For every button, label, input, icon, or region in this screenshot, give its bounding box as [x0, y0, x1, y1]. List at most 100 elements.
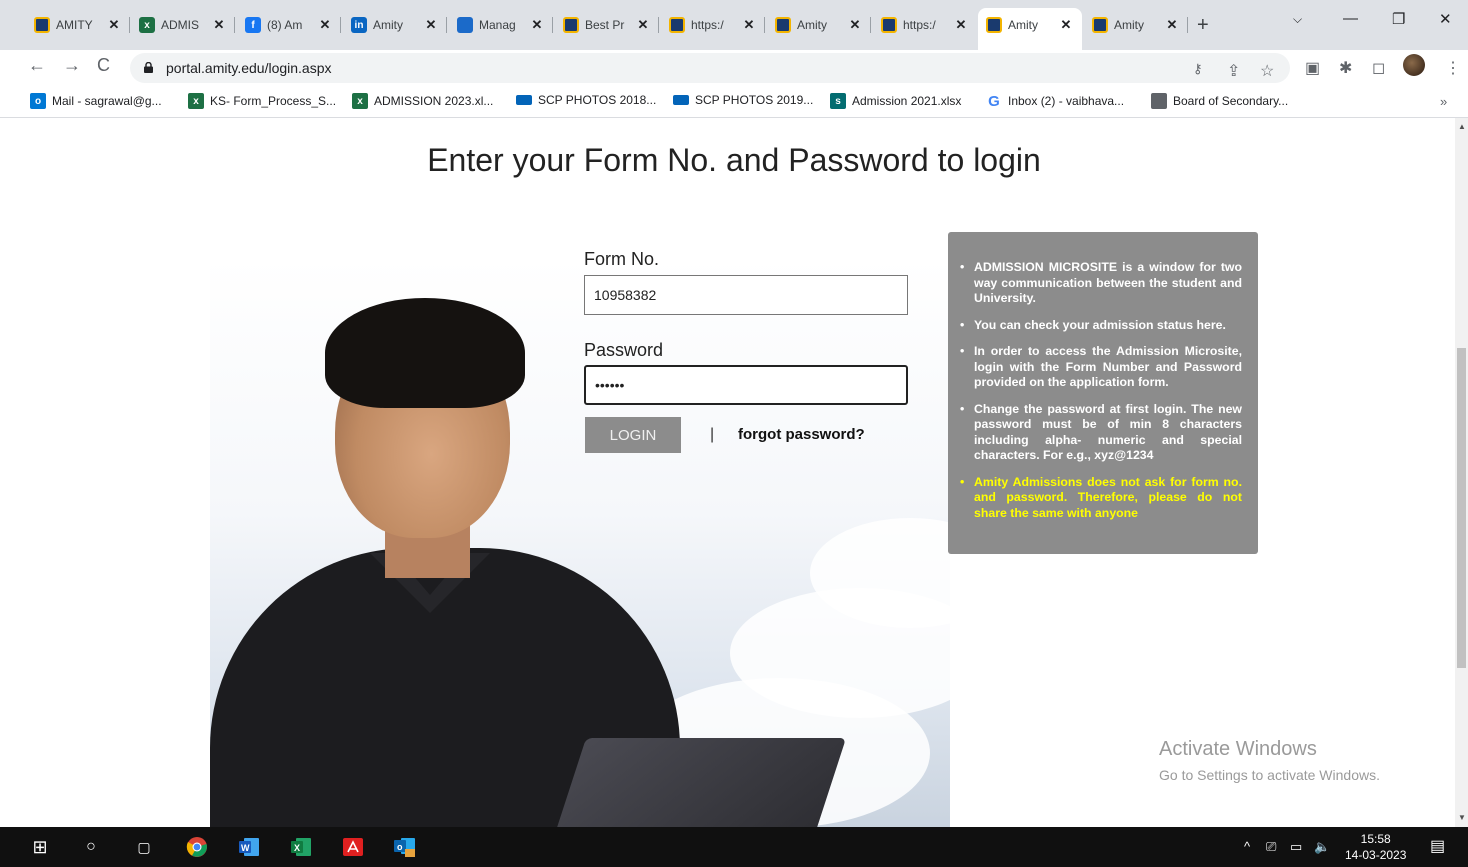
- browser-tab[interactable]: https:/ ✕: [661, 8, 765, 42]
- svg-text:W: W: [241, 843, 250, 853]
- bookmark-label: Board of Secondary...: [1173, 94, 1289, 108]
- info-panel: ADMISSION MICROSITE is a window for two …: [948, 232, 1258, 554]
- close-icon[interactable]: ✕: [847, 17, 863, 33]
- linkedin-icon: in: [351, 17, 367, 33]
- close-window-button[interactable]: ✕: [1439, 10, 1452, 28]
- browser-tab[interactable]: AMITY ✕: [26, 8, 130, 42]
- close-icon[interactable]: ✕: [1058, 17, 1074, 33]
- tab-title: (8) Am: [267, 18, 303, 32]
- battery-icon[interactable]: ▭: [1290, 839, 1302, 855]
- password-input[interactable]: ••••••: [584, 365, 908, 405]
- scroll-up-icon[interactable]: ▲: [1458, 122, 1466, 131]
- tab-search-icon[interactable]: ⌵: [1293, 12, 1302, 27]
- task-view-icon[interactable]: ▢: [131, 835, 157, 859]
- scroll-thumb[interactable]: [1457, 348, 1466, 668]
- bookmark-label: ADMISSION 2023.xl...: [374, 94, 494, 108]
- notification-icon[interactable]: ▤: [1430, 836, 1445, 856]
- close-icon[interactable]: ✕: [317, 17, 333, 33]
- bookmark-item[interactable]: G Inbox (2) - vaibhava...: [986, 92, 1124, 110]
- browser-toolbar: ← → C portal.amity.edu/login.aspx ⚷ ⇪ ☆ …: [0, 50, 1468, 86]
- login-button[interactable]: LOGIN: [585, 417, 681, 453]
- acrobat-icon[interactable]: [340, 835, 366, 859]
- browser-tab[interactable]: Manag ✕: [449, 8, 553, 42]
- close-icon[interactable]: ✕: [1164, 17, 1180, 33]
- excel-taskbar-icon[interactable]: X: [288, 835, 314, 859]
- forgot-password-link[interactable]: forgot password?: [738, 426, 865, 443]
- key-icon[interactable]: ⚷: [1193, 61, 1203, 77]
- browser-tab-active[interactable]: Amity ✕: [978, 8, 1082, 50]
- browser-tab[interactable]: in Amity ✕: [343, 8, 447, 42]
- close-icon[interactable]: ✕: [423, 17, 439, 33]
- close-icon[interactable]: ✕: [529, 17, 545, 33]
- password-label: Password: [584, 340, 664, 360]
- form-no-input[interactable]: 10958382: [584, 275, 908, 315]
- browser-tab[interactable]: x ADMIS ✕: [131, 8, 235, 42]
- tab-title: Amity: [373, 18, 403, 32]
- page-scrollbar[interactable]: ▲ ▼: [1455, 118, 1468, 827]
- more-bookmarks-icon[interactable]: »: [1440, 94, 1447, 109]
- back-button[interactable]: ←: [28, 55, 46, 76]
- onedrive-icon: [516, 95, 532, 105]
- browser-tab[interactable]: https:/ ✕: [873, 8, 977, 42]
- extension-icon[interactable]: ▣: [1305, 58, 1320, 78]
- bookmark-label: Admission 2021.xlsx: [852, 94, 962, 108]
- excel-icon: x: [188, 93, 204, 109]
- close-icon[interactable]: ✕: [106, 17, 122, 33]
- network-icon[interactable]: ⎚: [1266, 839, 1276, 855]
- word-icon[interactable]: W: [236, 835, 262, 859]
- excel-icon: x: [352, 93, 368, 109]
- bookmark-label: SCP PHOTOS 2018...: [538, 93, 657, 107]
- amity-shield-icon: [563, 17, 579, 33]
- bookmark-item[interactable]: SCP PHOTOS 2019...: [673, 93, 813, 107]
- bookmark-item[interactable]: x ADMISSION 2023.xl...: [352, 93, 493, 109]
- windows-start-icon[interactable]: ⊞: [27, 835, 53, 859]
- tab-title: Best Pr: [585, 18, 625, 32]
- new-tab-button[interactable]: +: [1197, 14, 1209, 37]
- puzzle-icon[interactable]: ✱: [1339, 58, 1352, 78]
- tab-strip: AMITY ✕ x ADMIS ✕ f (8) Am ✕ in Amity ✕ …: [0, 0, 1468, 50]
- restore-button[interactable]: ❐: [1392, 10, 1405, 28]
- activate-windows-watermark: Activate Windows Go to Settings to activ…: [1159, 738, 1380, 783]
- bookmark-item[interactable]: x KS- Form_Process_S...: [188, 93, 336, 109]
- tab-title: Amity: [1114, 18, 1144, 32]
- browser-tab[interactable]: Amity ✕: [1084, 8, 1188, 42]
- chrome-icon[interactable]: [184, 835, 210, 859]
- tab-title: https:/: [691, 18, 724, 32]
- bookmark-item[interactable]: SCP PHOTOS 2018...: [516, 93, 656, 107]
- volume-icon[interactable]: 🔈: [1314, 839, 1330, 855]
- close-icon[interactable]: ✕: [211, 17, 227, 33]
- google-icon: G: [988, 92, 1000, 110]
- menu-icon[interactable]: ⋮: [1445, 58, 1461, 78]
- bookmark-item[interactable]: Board of Secondary...: [1151, 93, 1288, 109]
- page-title: Enter your Form No. and Password to logi…: [427, 142, 1041, 178]
- side-panel-icon[interactable]: ◻: [1372, 58, 1385, 78]
- tab-title: Amity: [797, 18, 827, 32]
- forward-button[interactable]: →: [63, 55, 81, 76]
- tab-title: ADMIS: [161, 18, 200, 32]
- browser-tab[interactable]: Best Pr ✕: [555, 8, 659, 42]
- outlook-taskbar-icon[interactable]: o: [392, 835, 418, 859]
- globe-icon: [1151, 93, 1167, 109]
- sharepoint-icon: s: [830, 93, 846, 109]
- scroll-down-icon[interactable]: ▼: [1458, 813, 1466, 822]
- close-icon[interactable]: ✕: [635, 17, 651, 33]
- amity-shield-icon: [775, 17, 791, 33]
- lock-icon: [144, 62, 153, 73]
- share-icon[interactable]: ⇪: [1227, 61, 1240, 81]
- close-icon[interactable]: ✕: [953, 17, 969, 33]
- profile-avatar[interactable]: [1403, 54, 1425, 76]
- watermark-title: Activate Windows: [1159, 738, 1317, 760]
- address-bar[interactable]: portal.amity.edu/login.aspx ⚷ ⇪ ☆: [130, 53, 1290, 83]
- close-icon[interactable]: ✕: [741, 17, 757, 33]
- system-clock[interactable]: 15:58 14-03-2023: [1345, 831, 1406, 863]
- form-no-label: Form No.: [584, 249, 660, 269]
- minimize-button[interactable]: —: [1343, 10, 1358, 27]
- bookmark-item[interactable]: s Admission 2021.xlsx: [830, 93, 961, 109]
- reload-button[interactable]: C: [97, 55, 110, 76]
- star-icon[interactable]: ☆: [1260, 61, 1274, 81]
- browser-tab[interactable]: Amity ✕: [767, 8, 871, 42]
- search-icon[interactable]: ○: [78, 835, 104, 859]
- browser-tab[interactable]: f (8) Am ✕: [237, 8, 341, 42]
- bookmark-item[interactable]: o Mail - sagrawal@g...: [30, 93, 162, 109]
- tray-chevron-icon[interactable]: ^: [1244, 839, 1250, 854]
